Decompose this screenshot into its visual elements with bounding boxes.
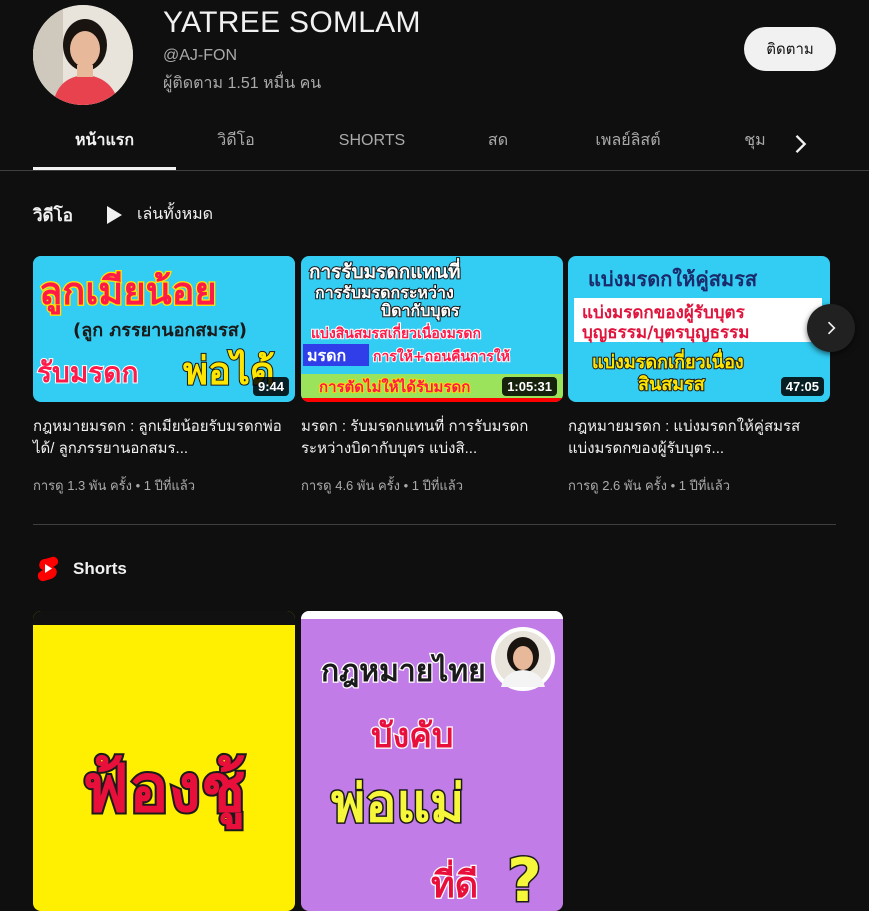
- tab-live[interactable]: สด: [458, 118, 538, 170]
- short-thumbnail[interactable]: กฎหมายไทย บังคับ พ่อแม่ ที่ดี ?: [301, 611, 563, 911]
- video-meta: การดู 1.3 พัน ครั้ง • 1 ปีที่แล้ว: [33, 478, 196, 493]
- short-image: ฟ้องชู้: [33, 611, 295, 911]
- short-image: กฎหมายไทย บังคับ พ่อแม่ ที่ดี ?: [301, 611, 563, 911]
- shorts-section-title: Shorts: [73, 559, 127, 578]
- short-text: กฎหมายไทย: [321, 653, 486, 689]
- short-text: บังคับ: [371, 716, 454, 756]
- video-title[interactable]: กฎหมายมรดก : แบ่งมรดกให้คู่สมรส แบ่งมรดก…: [568, 416, 830, 460]
- tab-playlists[interactable]: เพลย์ลิสต์: [578, 118, 678, 170]
- channel-tabs: หน้าแรก วิดีโอ SHORTS สด เพลย์ลิสต์ ชุม: [0, 118, 869, 171]
- short-text: ที่ดี: [431, 859, 478, 906]
- chevron-right-icon: [827, 321, 836, 335]
- thumb-text: การรับมรดกแทนที่: [309, 258, 461, 283]
- carousel-next-button[interactable]: [807, 304, 855, 352]
- video-title[interactable]: มรดก : รับมรดกแทนที่ การรับมรดกระหว่างบิ…: [301, 416, 563, 460]
- videos-section-title: วิดีโอ: [33, 206, 73, 225]
- subscribe-button[interactable]: ติดตาม: [744, 27, 836, 71]
- chevron-right-icon[interactable]: [786, 130, 814, 158]
- thumb-text: (ลูก ภรรยานอกสมรส): [73, 320, 247, 342]
- video-duration: 9:44: [252, 377, 289, 396]
- thumb-text: แบ่งมรดกเกี่ยวเนื่อง: [592, 349, 744, 373]
- thumb-text: การให้+ถอนคืนการให้: [373, 347, 510, 365]
- subscriber-count: ผู้ติดตาม 1.51 หมื่น คน: [163, 75, 322, 92]
- avatar-photo: [33, 5, 133, 105]
- play-all-button[interactable]: เล่นทั้งหมด: [105, 202, 213, 227]
- thumb-text: มรดก: [307, 346, 346, 365]
- video-title[interactable]: กฎหมายมรดก : ลูกเมียน้อยรับมรดกพ่อได้/ ล…: [33, 416, 295, 460]
- tab-videos[interactable]: วิดีโอ: [186, 118, 286, 170]
- thumb-text: แบ่งมรดกให้คู่สมรส: [588, 267, 758, 293]
- video-thumbnail[interactable]: แบ่งมรดกให้คู่สมรส แบ่งมรดกของผู้รับบุตร…: [568, 256, 830, 402]
- video-meta: การดู 4.6 พัน ครั้ง • 1 ปีที่แล้ว: [301, 478, 464, 493]
- channel-name: YATREE SOMLAM: [163, 6, 421, 39]
- short-text: ?: [507, 846, 542, 911]
- thumb-text: ลูกเมียน้อย: [39, 269, 217, 315]
- video-meta: การดู 2.6 พัน ครั้ง • 1 ปีที่แล้ว: [568, 478, 731, 493]
- thumb-text: การรับมรดกระหว่าง: [315, 283, 454, 302]
- short-text: ฟ้องชู้: [82, 750, 245, 830]
- thumb-text: แบ่งมรดกของผู้รับบุตร: [582, 303, 746, 324]
- video-duration: 1:05:31: [502, 377, 557, 396]
- tab-shorts[interactable]: SHORTS: [322, 118, 422, 170]
- video-thumbnail[interactable]: ลูกเมียน้อย (ลูก ภรรยานอกสมรส) รับมรดก พ…: [33, 256, 295, 402]
- play-all-label: เล่นทั้งหมด: [137, 206, 214, 223]
- thumb-text: แบ่งสินสมรสเกี่ยวเนื่องมรดก: [311, 323, 481, 342]
- section-divider: [33, 524, 836, 525]
- shorts-header: Shorts: [37, 556, 127, 582]
- shorts-logo-icon: [37, 556, 59, 582]
- thumb-text: บิดากับบุตร: [381, 301, 460, 321]
- thumb-text: บุญธรรม/บุตรบุญธรรม: [582, 323, 749, 343]
- video-duration: 47:05: [780, 377, 824, 396]
- video-thumbnail[interactable]: การรับมรดกแทนที่ การรับมรดกระหว่าง บิดาก…: [301, 256, 563, 402]
- thumb-text: การตัดไม่ให้ได้รับมรดก: [319, 377, 470, 396]
- short-text: พ่อแม่: [331, 774, 464, 834]
- tab-community[interactable]: ชุม: [730, 118, 780, 170]
- play-icon: [107, 205, 122, 224]
- channel-header: YATREE SOMLAM @AJ-FON ผู้ติดตาม 1.51 หมื…: [0, 0, 869, 171]
- thumb-text: รับมรดก: [37, 356, 138, 389]
- short-thumbnail[interactable]: ฟ้องชู้: [33, 611, 295, 911]
- thumb-text: สินสมรส: [638, 374, 706, 395]
- channel-handle: @AJ-FON: [163, 47, 238, 64]
- tab-home[interactable]: หน้าแรก: [33, 118, 176, 170]
- channel-avatar[interactable]: [33, 5, 133, 105]
